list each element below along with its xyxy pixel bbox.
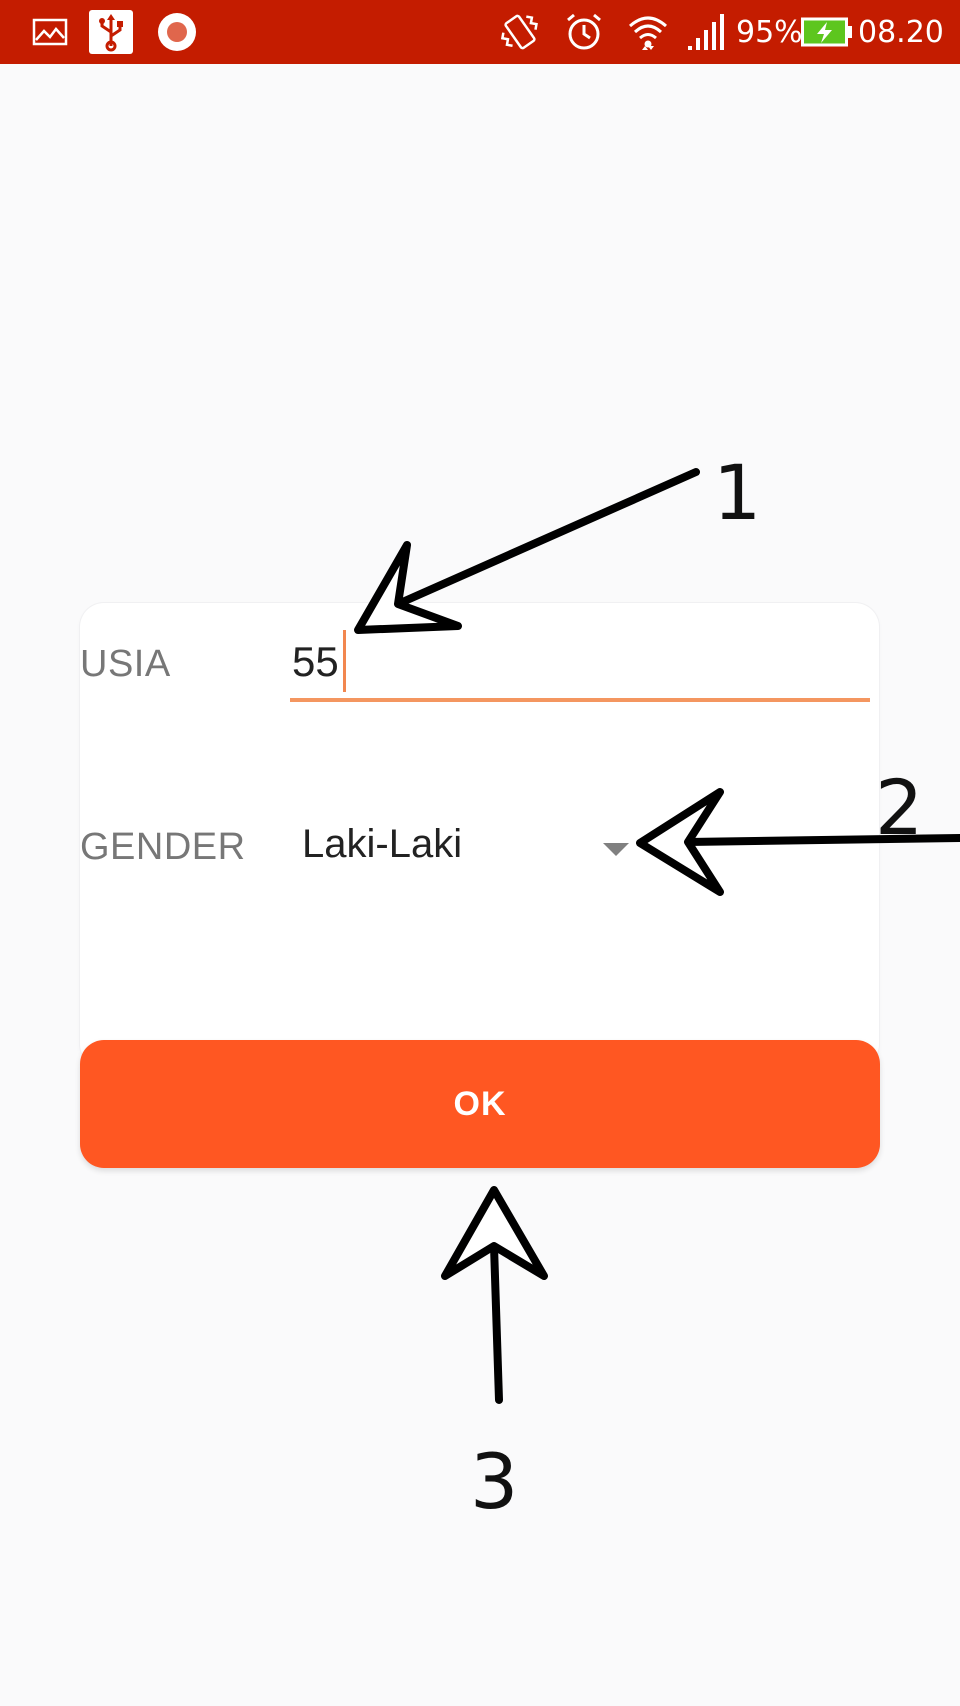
callout-number-2: 2: [875, 763, 924, 852]
vibrate-icon: [496, 0, 544, 64]
battery-charging-icon: [800, 0, 854, 64]
alarm-icon: [562, 0, 606, 64]
gender-label: GENDER: [80, 826, 246, 868]
age-input-underline: [290, 698, 870, 702]
age-input-value[interactable]: 55: [292, 638, 339, 686]
callout-number-1: 1: [713, 448, 762, 537]
age-label: USIA: [80, 643, 171, 685]
signal-icon: [686, 0, 726, 64]
callout-number-3: 3: [470, 1437, 519, 1526]
screen-record-icon: [154, 0, 200, 64]
wifi-icon: [624, 0, 672, 64]
ok-button[interactable]: OK: [80, 1040, 880, 1168]
battery-percent: 95%: [736, 15, 803, 50]
gallery-icon: [30, 0, 70, 64]
dropdown-arrow-icon[interactable]: [603, 843, 629, 856]
age-input[interactable]: [290, 628, 870, 704]
usb-icon: [88, 0, 134, 64]
gender-selected-value[interactable]: Laki-Laki: [302, 822, 462, 867]
text-cursor: [343, 630, 346, 692]
arrow-3: [441, 1186, 548, 1404]
status-bar: 95% 08.20: [0, 0, 960, 64]
clock-time: 08.20: [858, 15, 944, 50]
